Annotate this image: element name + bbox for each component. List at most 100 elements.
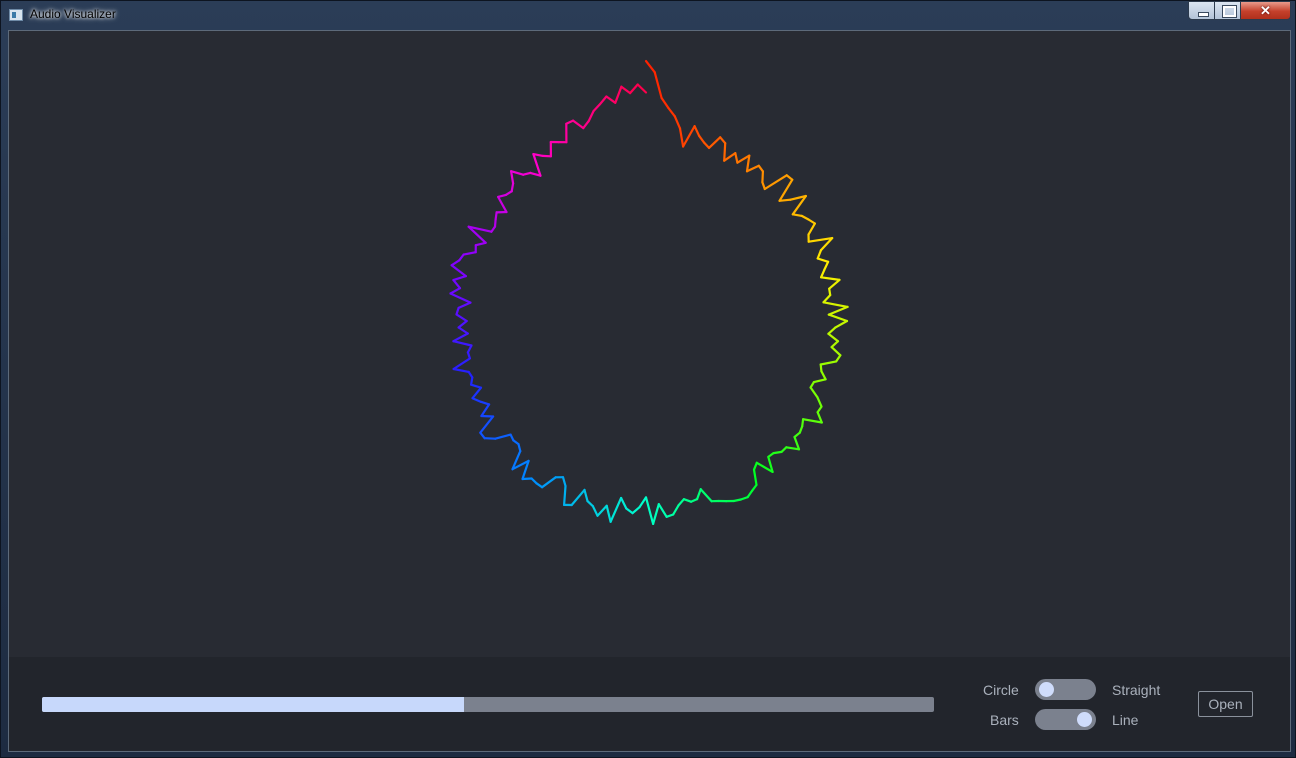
waveform-segment	[761, 170, 765, 184]
waveform-segment	[479, 400, 491, 406]
waveform-segment	[583, 488, 589, 503]
waveform-segment	[521, 477, 533, 481]
waveform-segment	[480, 414, 495, 418]
bars-label: Bars	[990, 712, 1019, 728]
minimize-icon	[1198, 12, 1209, 17]
waveform-segment	[587, 109, 595, 123]
waveform-segment	[628, 83, 639, 95]
waveform-segment	[823, 260, 830, 271]
waveform-segment	[697, 134, 706, 144]
waveform-segment	[474, 241, 487, 247]
waveform-segment	[598, 95, 608, 106]
circular-waveform	[449, 60, 849, 525]
waveform-segment	[619, 496, 628, 510]
waveform-segment	[822, 301, 849, 308]
waveform-segment	[605, 95, 617, 104]
waveform-segment	[452, 275, 467, 282]
waveform-segment	[778, 198, 792, 202]
waveform-segment	[723, 151, 737, 162]
waveform-segment	[570, 488, 586, 507]
waveform-segment	[457, 319, 468, 329]
waveform-segment	[734, 151, 739, 164]
waveform-segment	[667, 106, 676, 118]
minimize-button[interactable]	[1188, 1, 1215, 20]
circle-straight-toggle[interactable]	[1035, 679, 1096, 700]
waveform-segment	[827, 326, 837, 335]
waveform-segment	[455, 313, 468, 323]
waveform-segment	[682, 498, 693, 503]
waveform-segment	[800, 214, 810, 221]
toggle-knob	[1077, 712, 1092, 727]
waveform-segment	[457, 326, 469, 335]
waveform-segment	[695, 488, 702, 501]
waveform-segment	[819, 276, 841, 281]
waveform-segment	[672, 504, 680, 516]
waveform-segment	[591, 505, 599, 517]
waveform-segment	[822, 294, 832, 304]
waveform-segment	[449, 287, 462, 295]
waveform-segment	[471, 397, 482, 403]
waveform-segment	[827, 305, 849, 316]
waveform-segment	[702, 141, 711, 150]
straight-label: Straight	[1112, 682, 1161, 698]
waveform-segment	[510, 170, 525, 176]
maximize-button[interactable]	[1214, 1, 1241, 20]
waveform-segment	[636, 83, 648, 94]
waveform-segment	[791, 213, 803, 217]
waveform-segment	[677, 498, 686, 507]
waveform-segment	[673, 115, 682, 130]
playback-progress-bar[interactable]	[42, 697, 934, 712]
app-icon	[9, 9, 23, 21]
waveform-segment	[462, 251, 477, 256]
waveform-segment	[644, 496, 655, 525]
waveform-segment	[592, 103, 602, 113]
waveform-segment	[707, 136, 722, 150]
waveform-segment	[586, 500, 595, 508]
waveform-segment	[625, 507, 634, 515]
waveform-segment	[565, 119, 575, 125]
toggle-knob	[1039, 682, 1054, 697]
waveform-segment	[809, 386, 819, 399]
waveform-segment	[452, 332, 469, 343]
close-button[interactable]: ✕	[1240, 1, 1291, 20]
waveform-segment	[494, 433, 512, 440]
waveform-segment	[830, 340, 840, 349]
waveform-segment	[693, 125, 701, 137]
line-label: Line	[1112, 712, 1139, 728]
waveform-segment	[562, 484, 567, 506]
waveform-segment	[699, 488, 713, 503]
waveform-segment	[483, 437, 497, 440]
waveform-segment	[752, 461, 758, 471]
waveform-segment	[746, 489, 754, 499]
waveform-segment	[653, 71, 663, 100]
waveform-segment	[772, 450, 783, 455]
waveform-segment	[614, 85, 623, 104]
waveform-segment	[480, 403, 491, 418]
waveform-segment	[452, 340, 473, 347]
waveform-segment	[834, 319, 849, 329]
waveform-segment	[479, 415, 495, 434]
waveform-segment	[644, 60, 656, 74]
bars-line-toggle[interactable]	[1035, 709, 1096, 730]
waveform-segment	[631, 506, 641, 515]
control-bar: Circle Straight Bars Line Open	[9, 657, 1290, 751]
waveform-segment	[723, 142, 727, 162]
circle-label: Circle	[983, 682, 1019, 698]
client-area: Circle Straight Bars Line Open	[8, 30, 1291, 752]
waveform-segment	[785, 446, 801, 451]
waveform-segment	[828, 278, 841, 290]
playback-progress-fill	[42, 697, 464, 712]
waveform-segment	[620, 85, 632, 95]
waveform-segment	[582, 119, 590, 130]
waveform-segment	[449, 292, 472, 304]
waveform-segment	[452, 279, 462, 290]
open-button[interactable]: Open	[1198, 691, 1253, 717]
waveform-segment	[510, 170, 515, 185]
title-bar[interactable]: Audio Visualizer ✕	[1, 1, 1296, 29]
close-icon: ✕	[1260, 3, 1271, 18]
visualizer-canvas	[9, 31, 1290, 657]
waveform-segment	[452, 367, 470, 373]
waveform-segment	[497, 195, 508, 214]
waveform-segment	[719, 136, 727, 145]
waveform-segment	[819, 268, 826, 279]
